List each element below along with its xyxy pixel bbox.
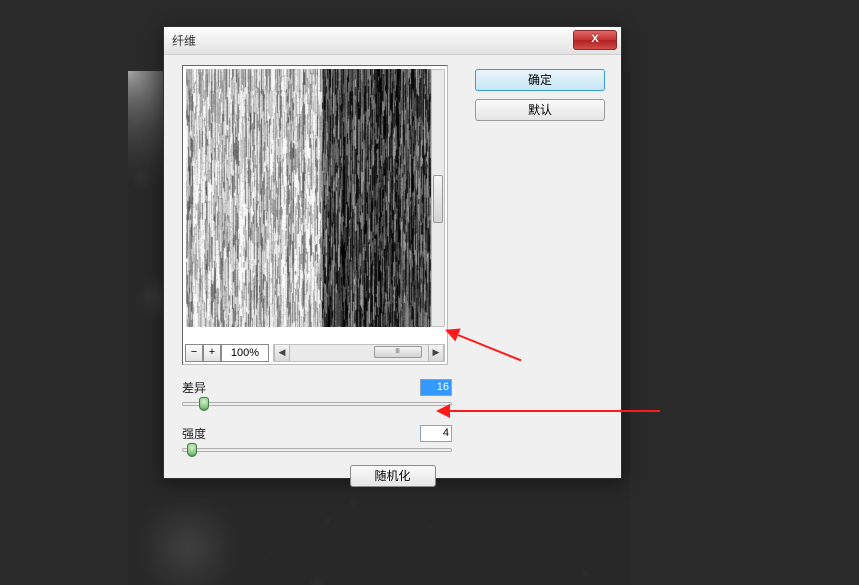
- dialog-titlebar[interactable]: 纤维 X: [164, 27, 621, 55]
- strength-label: 强度: [182, 425, 206, 442]
- preview-image[interactable]: [186, 69, 432, 327]
- strength-slider-thumb[interactable]: [187, 443, 197, 457]
- close-button[interactable]: X: [573, 30, 617, 50]
- dialog-title: 纤维: [172, 32, 196, 49]
- variance-slider-thumb[interactable]: [199, 397, 209, 411]
- randomize-button[interactable]: 随机化: [350, 465, 436, 487]
- close-icon: X: [591, 33, 598, 45]
- dialog-body: − + 100% ◀ Ⅲ ▶ 确定 默认 差异 16: [164, 55, 621, 478]
- annotation-arrow-2: [450, 410, 660, 412]
- zoom-in-button[interactable]: +: [203, 344, 221, 362]
- zoom-level: 100%: [221, 344, 269, 362]
- preview-vertical-scrollbar[interactable]: [431, 69, 445, 327]
- hscroll-right-arrow-icon[interactable]: ▶: [428, 345, 444, 361]
- variance-slider-group: 差异 16: [182, 379, 452, 406]
- preview-vertical-thumb[interactable]: [433, 175, 443, 223]
- zoom-out-button[interactable]: −: [185, 344, 203, 362]
- fiber-render: [186, 69, 432, 327]
- hscroll-left-arrow-icon[interactable]: ◀: [274, 345, 290, 361]
- variance-value-input[interactable]: 16: [420, 379, 452, 396]
- preview-bottom-bar: − + 100% ◀ Ⅲ ▶: [185, 344, 445, 362]
- preview-horizontal-scrollbar[interactable]: ◀ Ⅲ ▶: [273, 344, 445, 362]
- preview-frame: − + 100% ◀ Ⅲ ▶: [182, 65, 448, 365]
- randomize-row: 随机化: [164, 465, 621, 487]
- dialog-button-column: 确定 默认: [475, 69, 605, 121]
- variance-label: 差异: [182, 379, 206, 396]
- variance-slider-track[interactable]: [182, 402, 452, 406]
- preview-horizontal-thumb[interactable]: Ⅲ: [374, 346, 422, 358]
- strength-value-input[interactable]: 4: [420, 425, 452, 442]
- arrow-head-icon: [436, 404, 450, 418]
- strength-slider-track[interactable]: [182, 448, 452, 452]
- default-button[interactable]: 默认: [475, 99, 605, 121]
- strength-slider-group: 强度 4: [182, 425, 452, 452]
- ok-button[interactable]: 确定: [475, 69, 605, 91]
